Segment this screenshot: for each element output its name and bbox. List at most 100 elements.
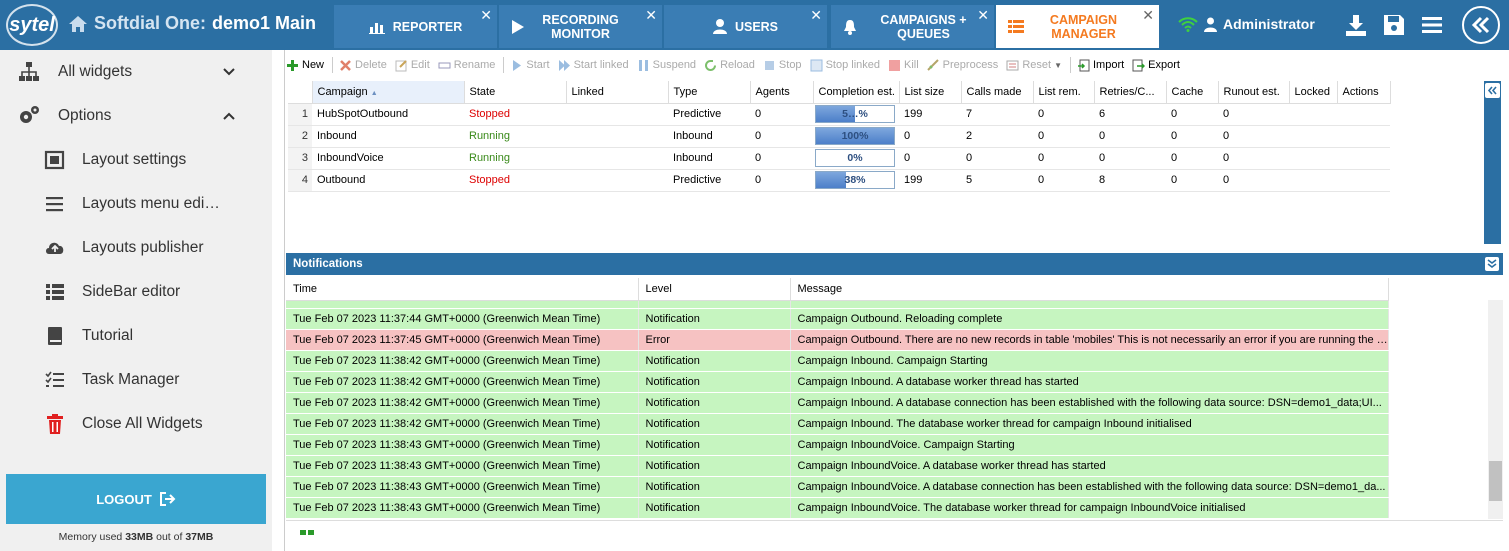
column-header-cache[interactable]: Cache [1165, 81, 1219, 104]
close-icon[interactable]: ✕ [480, 7, 492, 24]
table-row[interactable]: 1 HubSpotOutbound Stopped Predictive 0 5…% 199… [288, 103, 1390, 126]
scrollbar-thumb[interactable] [1489, 461, 1502, 501]
suspend-button[interactable]: Suspend [637, 59, 696, 72]
sidebar-item-tutorial[interactable]: Tutorial [0, 314, 270, 358]
sidebar-item-label: All widgets [58, 63, 133, 80]
table-row[interactable]: Tue Feb 07 2023 11:37:45 GMT+0000 (Green… [286, 329, 1389, 351]
stop-linked-button[interactable]: Stop linked [810, 59, 880, 72]
table-row[interactable]: 3 InboundVoice Running Inbound 0 0% 0 0 0 0 0 0 [288, 147, 1390, 170]
table-row[interactable]: Tue Feb 07 2023 11:38:42 GMT+0000 (Green… [286, 392, 1389, 414]
kill-button[interactable]: Kill [888, 59, 919, 72]
close-icon[interactable]: ✕ [977, 7, 989, 24]
edit-button[interactable]: Edit [395, 59, 430, 72]
preprocess-button[interactable]: Preprocess [926, 58, 998, 72]
campaign-state: Running [464, 125, 566, 148]
column-header-list-size[interactable]: List size [898, 81, 962, 104]
notification-time: Tue Feb 07 2023 11:38:42 GMT+0000 (Green… [286, 371, 639, 393]
sidebar-item-all-widgets[interactable]: All widgets [0, 50, 270, 94]
notification-message: Campaign Inbound. The database worker th… [790, 413, 1389, 435]
export-button[interactable]: Export [1132, 59, 1180, 72]
column-header-completion[interactable]: Completion est. [812, 81, 900, 104]
sidebar-item-sidebar-editor[interactable]: SideBar editor [0, 270, 270, 314]
close-icon[interactable]: ✕ [1142, 7, 1154, 24]
tab-campaigns-queues[interactable]: CAMPAIGNS + QUEUES ✕ [831, 5, 994, 48]
table-row[interactable]: Tue Feb 07 2023 11:38:43 GMT+0000 (Green… [286, 497, 1389, 519]
column-header-state[interactable]: State [463, 81, 567, 104]
column-header-agents[interactable]: Agents [749, 81, 814, 104]
logout-button[interactable]: LOGOUT [6, 474, 266, 524]
table-row-partial [286, 300, 1389, 309]
campaign-name: InboundVoice [312, 147, 464, 170]
reset-button[interactable]: Reset ▼ [1006, 59, 1062, 72]
table-row[interactable]: 2 Inbound Running Inbound 0 100% 0 2 0 0 0 0 [288, 125, 1390, 148]
delete-button[interactable]: Delete [339, 59, 387, 72]
progress-label: 100% [841, 130, 869, 142]
menu-icon[interactable] [1419, 12, 1445, 38]
new-button[interactable]: New [286, 59, 324, 72]
column-header-actions[interactable]: Actions [1336, 81, 1391, 104]
save-icon[interactable] [1381, 12, 1407, 38]
notification-time: Tue Feb 07 2023 11:38:42 GMT+0000 (Green… [286, 350, 639, 372]
bell-icon [844, 19, 856, 35]
sidebar-item-options[interactable]: Options [0, 94, 270, 138]
table-row[interactable]: Tue Feb 07 2023 11:38:42 GMT+0000 (Green… [286, 371, 1389, 393]
sidebar-item-layout-settings[interactable]: Layout settings [0, 138, 270, 182]
expand-panel-button[interactable] [1485, 83, 1500, 98]
table-row[interactable]: Tue Feb 07 2023 11:38:43 GMT+0000 (Green… [286, 434, 1389, 456]
completion-progress-bar: 0% [815, 149, 895, 167]
download-icon[interactable] [1343, 12, 1369, 38]
campaign-agents: 0 [750, 125, 813, 148]
start-linked-button[interactable]: Start linked [558, 59, 629, 72]
sidebar-item-label: Layouts menu edi… [82, 195, 220, 212]
column-header-runout[interactable]: Runout est. [1217, 81, 1290, 104]
home-icon[interactable] [68, 15, 88, 33]
tab-users[interactable]: USERS ✕ [664, 5, 827, 48]
user-menu[interactable]: Administrator [1178, 16, 1315, 32]
play-icon [512, 19, 524, 34]
sign-out-icon [159, 492, 176, 506]
column-header-time[interactable]: Time [286, 278, 639, 301]
close-icon[interactable]: ✕ [645, 7, 657, 24]
close-icon[interactable]: ✕ [810, 7, 822, 24]
import-button[interactable]: Import [1077, 59, 1124, 72]
sidebar-item-layouts-menu-editor[interactable]: Layouts menu edi… [0, 182, 270, 226]
table-row[interactable]: Tue Feb 07 2023 11:38:42 GMT+0000 (Green… [286, 350, 1389, 372]
notification-message: Campaign InboundVoice. A database connec… [790, 476, 1389, 498]
notification-level: Notification [638, 434, 791, 456]
column-header-list-rem[interactable]: List rem. [1032, 81, 1095, 104]
tab-recording-monitor[interactable]: RECORDING MONITOR ✕ [499, 5, 662, 48]
start-button[interactable]: Start [510, 59, 550, 72]
column-header-message[interactable]: Message [790, 278, 1389, 301]
runout-est: 0 [1218, 169, 1289, 192]
column-header-linked[interactable]: Linked [565, 81, 669, 104]
chevron-up-icon [223, 112, 235, 120]
campaign-agents: 0 [750, 169, 813, 192]
column-header-calls-made[interactable]: Calls made [960, 81, 1034, 104]
table-row[interactable]: Tue Feb 07 2023 11:38:43 GMT+0000 (Green… [286, 455, 1389, 477]
tab-campaign-manager[interactable]: CAMPAIGN MANAGER ✕ [996, 5, 1159, 48]
column-header-retries[interactable]: Retries/C... [1093, 81, 1167, 104]
table-row[interactable]: Tue Feb 07 2023 11:38:42 GMT+0000 (Green… [286, 413, 1389, 435]
sidebar-item-layouts-publisher[interactable]: Layouts publisher [0, 226, 270, 270]
collapse-notifications-button[interactable] [1485, 257, 1499, 271]
collapse-sidebar-button[interactable] [1462, 6, 1500, 44]
rename-button[interactable]: Rename [438, 59, 495, 72]
sytel-logo: sytel [6, 4, 58, 46]
table-row[interactable]: 4 Outbound Stopped Predictive 0 38% 199 5 0 8 0 0 [288, 169, 1390, 192]
list-size: 199 [899, 169, 961, 192]
stop-button[interactable]: Stop [763, 59, 802, 72]
sidebar-item-close-all-widgets[interactable]: Close All Widgets [0, 402, 270, 446]
book-icon [48, 327, 62, 345]
sidebar-item-task-manager[interactable]: Task Manager [0, 358, 270, 402]
wifi-icon [1178, 16, 1198, 32]
column-header-type[interactable]: Type [667, 81, 751, 104]
column-header-campaign[interactable]: Campaign ▲ [311, 81, 465, 104]
table-row[interactable]: Tue Feb 07 2023 11:37:44 GMT+0000 (Green… [286, 308, 1389, 330]
locked [1289, 125, 1337, 148]
column-header-locked[interactable]: Locked [1288, 81, 1338, 104]
reload-button[interactable]: Reload [704, 59, 755, 72]
list-remaining: 0 [1033, 125, 1094, 148]
column-header-level[interactable]: Level [638, 278, 791, 301]
tab-reporter[interactable]: REPORTER ✕ [334, 5, 497, 48]
table-row[interactable]: Tue Feb 07 2023 11:38:43 GMT+0000 (Green… [286, 476, 1389, 498]
